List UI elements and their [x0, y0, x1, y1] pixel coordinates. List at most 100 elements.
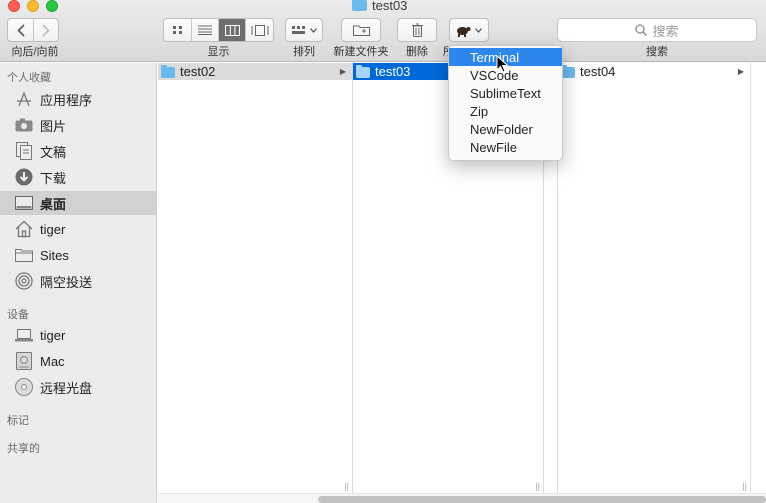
horizontal-scrollbar-thumb[interactable]	[318, 496, 766, 503]
list-item-label: test02	[180, 64, 216, 79]
window-title: test03	[352, 0, 408, 13]
sidebar-item-label: 应用程序	[40, 92, 93, 108]
home-icon	[14, 219, 34, 239]
sidebar-item-label: 桌面	[40, 196, 67, 212]
sidebar-item-airdrop[interactable]: 隔空投送	[0, 269, 156, 293]
sidebar-item-documents[interactable]: 文稿	[0, 139, 156, 163]
column-resize-handle[interactable]: ||	[742, 481, 747, 491]
sidebar-item-home[interactable]: tiger	[0, 217, 156, 241]
column-resize-handle[interactable]: ||	[344, 481, 349, 491]
column-view-button[interactable]	[218, 19, 245, 41]
favorites-section-title: 个人收藏	[7, 72, 51, 84]
folder-icon	[161, 64, 175, 78]
gallery-icon	[251, 24, 268, 36]
column-resize-handle[interactable]: ||	[535, 481, 540, 491]
back-button[interactable]	[8, 19, 33, 41]
view-label: 显示	[207, 46, 230, 58]
columns-icon	[224, 24, 240, 36]
menu-item-zip[interactable]: Zip	[449, 102, 562, 120]
delete-label: 删除	[406, 46, 428, 58]
column-1: test02 ▶ ||	[158, 63, 353, 503]
disclosure-arrow-icon: ▶	[737, 67, 744, 76]
view-mode-buttons	[163, 18, 274, 42]
sidebar-item-label: tiger	[40, 221, 66, 237]
menu-item-sublimetext[interactable]: SublimeText	[449, 84, 562, 102]
sidebar-item-device-tiger[interactable]: tiger	[0, 323, 156, 347]
toolbar: test03 向后/向前 显示 排列 新建文件夹 删除 搜索 搜索	[0, 0, 766, 62]
action-menu-button-inner	[450, 19, 488, 41]
airdrop-icon	[14, 271, 34, 291]
disclosure-arrow-icon: ▶	[339, 67, 346, 76]
chevron-left-icon	[16, 23, 25, 37]
sidebar-item-applications[interactable]: 应用程序	[0, 87, 156, 111]
search-label: 搜索	[646, 46, 668, 58]
forward-button[interactable]	[33, 19, 58, 41]
camera-icon	[14, 115, 34, 135]
list-item[interactable]: test02 ▶	[158, 63, 352, 80]
sidebar-item-sites[interactable]: Sites	[0, 243, 156, 267]
chevron-right-icon	[42, 23, 50, 37]
devices-section-title: 设备	[7, 309, 29, 321]
trash-icon	[411, 23, 423, 37]
search-input[interactable]: 搜索	[557, 18, 757, 42]
sidebar-item-label: 隔空投送	[40, 274, 93, 290]
icon-view-button[interactable]	[164, 19, 191, 41]
sidebar-item-label: 远程光盘	[40, 380, 93, 396]
hard-drive-icon	[14, 351, 34, 371]
minimize-window-button[interactable]	[27, 0, 39, 12]
nav-buttons	[7, 18, 59, 42]
turtle-icon	[457, 26, 471, 37]
sidebar: 个人收藏 应用程序 图片 文稿 下载 桌面 tiger Sites 隔空投送 设…	[0, 63, 157, 503]
new-folder-button[interactable]	[341, 18, 381, 42]
sidebar-item-pictures[interactable]: 图片	[0, 113, 156, 137]
new-folder-button-inner	[342, 19, 380, 41]
folder-icon	[561, 64, 575, 78]
gallery-view-button[interactable]	[245, 19, 273, 41]
sidebar-item-downloads[interactable]: 下载	[0, 165, 156, 189]
search-placeholder: 搜索	[652, 23, 679, 39]
documents-icon	[14, 141, 34, 161]
sidebar-item-label: Mac	[40, 353, 65, 369]
list-item[interactable]: test04 ▶	[558, 63, 750, 80]
arrange-button-inner	[286, 19, 322, 41]
close-window-button[interactable]	[8, 0, 20, 12]
nav-label: 向后/向前	[11, 46, 59, 58]
sidebar-item-label: 图片	[40, 118, 67, 134]
disc-icon	[14, 377, 34, 397]
sidebar-item-desktop[interactable]: 桌面	[0, 191, 156, 215]
search-icon	[635, 24, 648, 36]
column-3: test04 ▶ ||	[558, 63, 751, 503]
list-item-label: test03	[375, 64, 411, 79]
folder-icon	[14, 245, 34, 265]
folder-icon	[352, 0, 367, 11]
arrange-button[interactable]	[285, 18, 323, 42]
delete-button-inner	[398, 19, 436, 41]
menu-item-newfolder[interactable]: NewFolder	[449, 120, 562, 138]
laptop-icon	[14, 325, 34, 345]
zoom-window-button[interactable]	[46, 0, 58, 12]
list-view-button[interactable]	[191, 19, 218, 41]
tags-section-title: 标记	[7, 415, 29, 427]
column-4-empty	[751, 63, 766, 503]
action-menu-button[interactable]	[449, 18, 489, 42]
chevron-down-icon	[475, 27, 482, 33]
folder-icon	[356, 64, 370, 78]
new-folder-icon	[352, 25, 370, 36]
arrange-label: 排列	[293, 46, 315, 58]
sidebar-item-label: 下载	[40, 170, 67, 186]
window-title-text: test03	[372, 0, 408, 13]
grid-icon	[172, 26, 182, 34]
sidebar-item-label: 文稿	[40, 144, 67, 160]
applications-icon	[14, 89, 34, 109]
sidebar-item-label: tiger	[40, 327, 66, 343]
menu-item-newfile[interactable]: NewFile	[449, 138, 562, 156]
desktop-icon	[14, 193, 34, 213]
sidebar-item-remote-disc[interactable]: 远程光盘	[0, 375, 156, 399]
list-icon	[198, 25, 212, 35]
arrange-icon	[291, 25, 305, 34]
new-folder-label: 新建文件夹	[333, 46, 389, 58]
list-item-label: test04	[580, 64, 616, 79]
delete-button[interactable]	[397, 18, 437, 42]
sidebar-item-device-mac[interactable]: Mac	[0, 349, 156, 373]
download-icon	[14, 167, 34, 187]
